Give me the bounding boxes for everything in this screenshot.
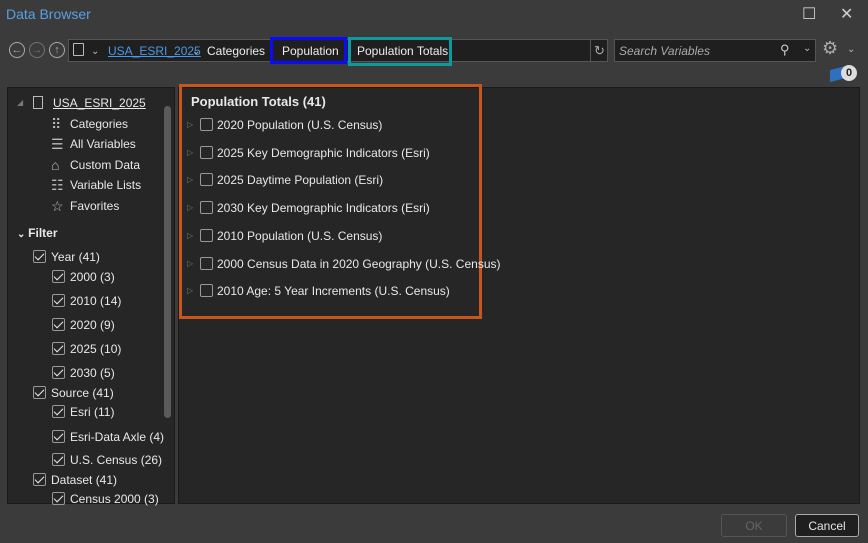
variable-group[interactable]: 2025 Daytime Population (Esri) [217, 173, 383, 187]
filter-item: 2030 (5) [70, 366, 115, 380]
filter-item: 2000 (3) [70, 270, 115, 284]
variable-checkbox[interactable] [200, 118, 213, 131]
scrollbar-thumb[interactable] [164, 106, 171, 418]
filter-label: Filter [28, 226, 58, 240]
expand-icon[interactable]: ▷ [187, 286, 193, 295]
tree-item-4[interactable]: Favorites [70, 199, 119, 213]
filter-item: Esri-Data Axle (4) [70, 430, 165, 444]
filter-item: U.S. Census (26) [70, 453, 163, 467]
expand-icon[interactable]: ▷ [187, 203, 193, 212]
filter-checkbox[interactable] [33, 473, 46, 486]
list-icon: ☰ [51, 136, 64, 152]
computer-icon [33, 96, 43, 109]
variable-group[interactable]: 2020 Population (U.S. Census) [217, 118, 382, 132]
refresh-button[interactable]: ↻ [590, 40, 608, 61]
scrollbar[interactable] [163, 90, 172, 500]
variable-group[interactable]: 2010 Population (U.S. Census) [217, 229, 382, 243]
gear-icon[interactable]: ⚙ [822, 38, 838, 59]
filter-item: 2010 (14) [70, 294, 122, 308]
expand-icon[interactable]: ▷ [187, 120, 193, 129]
expand-icon[interactable]: ▷ [187, 259, 193, 268]
filter-group: Dataset (41) [51, 473, 118, 487]
expand-icon[interactable]: ▷ [187, 175, 193, 184]
expand-icon[interactable]: ▷ [187, 148, 193, 157]
filter-group: Year (41) [51, 250, 100, 264]
filter-checkbox[interactable] [52, 318, 65, 331]
tree-item-3[interactable]: Variable Lists [70, 178, 141, 192]
filter-item: Esri (11) [70, 405, 115, 419]
variable-group[interactable]: 2025 Key Demographic Indicators (Esri) [217, 146, 430, 160]
forward-button[interactable]: → [29, 42, 45, 58]
filter-checkbox[interactable] [52, 294, 65, 307]
tree-item-2[interactable]: Custom Data [70, 158, 140, 172]
search-placeholder: Search Variables [619, 44, 710, 58]
filter-checkbox[interactable] [52, 492, 65, 505]
breadcrumb-population-totals[interactable]: Population Totals [357, 44, 448, 58]
breadcrumb-root[interactable]: USA_ESRI_2025 [108, 44, 201, 58]
filter-checkbox[interactable] [52, 366, 65, 379]
chevron-down-icon: ⌄ [17, 229, 29, 240]
grid-icon: ⠿ [51, 116, 62, 132]
chevron-down-icon[interactable]: ⌄ [803, 43, 811, 54]
variable-lists-icon: ☷ [51, 177, 64, 193]
collapse-icon[interactable]: ◢ [17, 98, 23, 107]
back-button[interactable]: ← [9, 42, 25, 58]
expand-icon[interactable]: ▷ [187, 231, 193, 240]
filter-checkbox[interactable] [52, 405, 65, 418]
search-icon[interactable]: ⚲ [780, 42, 790, 58]
variable-group[interactable]: 2010 Age: 5 Year Increments (U.S. Census… [217, 284, 450, 298]
filter-item: 2025 (10) [70, 342, 122, 356]
main-heading: Population Totals (41) [191, 94, 326, 109]
up-button[interactable]: ↑ [49, 42, 65, 58]
custom-data-icon: ⌂ [51, 157, 60, 173]
chevron-down-icon[interactable]: ⌄ [192, 46, 200, 57]
star-icon: ☆ [51, 198, 64, 214]
breadcrumb-population[interactable]: Population [282, 44, 339, 58]
variable-checkbox[interactable] [200, 284, 213, 298]
tree-item-1[interactable]: All Variables [70, 137, 136, 151]
chevron-down-icon[interactable]: ⌄ [847, 44, 855, 55]
variable-checkbox[interactable] [200, 173, 213, 187]
filter-checkbox[interactable] [52, 342, 65, 355]
tree-root[interactable]: USA_ESRI_2025 [53, 96, 146, 110]
search-input[interactable]: Search Variables ⚲ ⌄ [614, 39, 816, 62]
filter-checkbox[interactable] [52, 430, 65, 443]
computer-icon [73, 43, 84, 56]
maximize-button[interactable]: ☐ [802, 4, 816, 24]
filter-item: 2020 (9) [70, 318, 115, 332]
cancel-button[interactable]: Cancel [795, 514, 859, 537]
chevron-down-icon[interactable]: ⌄ [91, 46, 99, 57]
filter-group: Source (41) [51, 386, 114, 400]
window-title: Data Browser [6, 6, 91, 22]
variable-checkbox[interactable] [200, 228, 213, 242]
breadcrumb-categories[interactable]: Categories [207, 44, 265, 58]
variable-group[interactable]: 2030 Key Demographic Indicators (Esri) [217, 201, 430, 215]
selection-count-badge: 0 [841, 65, 857, 81]
variable-group[interactable]: 2000 Census Data in 2020 Geography (U.S.… [217, 257, 501, 271]
ok-button[interactable]: OK [721, 514, 787, 537]
filter-checkbox[interactable] [33, 250, 46, 263]
close-button[interactable]: ✕ [840, 4, 853, 24]
variable-checkbox[interactable] [200, 145, 213, 159]
variable-checkbox[interactable] [200, 201, 213, 215]
filter-checkbox[interactable] [52, 270, 65, 283]
filter-header[interactable]: ⌄ Filter [17, 226, 58, 240]
filter-item: Census 2000 (3) [70, 492, 159, 506]
variable-checkbox[interactable] [200, 256, 213, 270]
filter-checkbox[interactable] [33, 386, 46, 399]
tree-item-0[interactable]: Categories [70, 117, 128, 131]
filter-checkbox[interactable] [52, 453, 65, 466]
